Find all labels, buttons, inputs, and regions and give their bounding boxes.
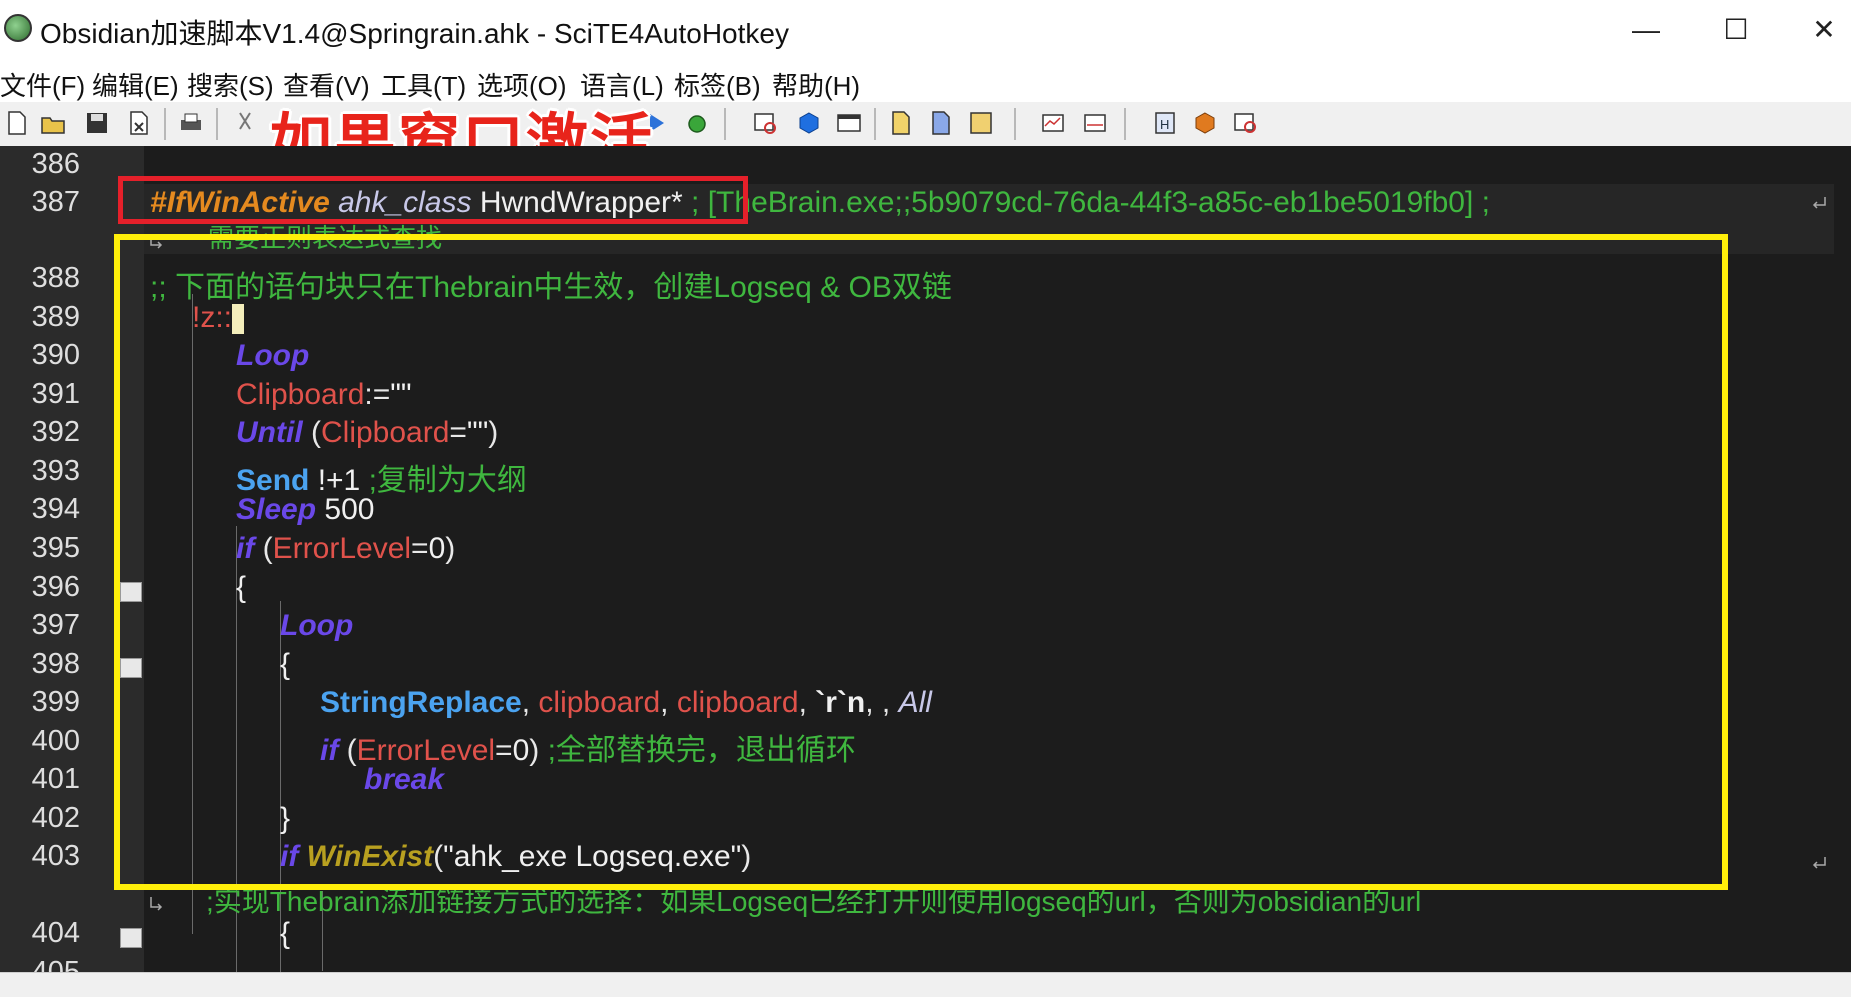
- toolbar-separator: [164, 108, 166, 140]
- print-icon[interactable]: [178, 110, 204, 136]
- wrap-return-icon: [1812, 857, 1826, 869]
- menu-help[interactable]: 帮助(H): [772, 66, 860, 103]
- code-editor[interactable]: 386 387 388 389 390 391 392 393 394 395 …: [0, 146, 1851, 972]
- line-number: 391: [31, 378, 80, 410]
- line-number: 392: [31, 416, 80, 448]
- abacus-icon[interactable]: [968, 110, 994, 136]
- comment-token: ; [TheBrain.exe;;5b9079cd-76da-44f3-a85c…: [682, 186, 1490, 219]
- line-number: 389: [31, 301, 80, 333]
- package-icon[interactable]: [1192, 110, 1218, 136]
- help-file-icon[interactable]: H: [1152, 110, 1178, 136]
- minimize-button[interactable]: —: [1616, 8, 1676, 52]
- toolbar-separator: [216, 108, 218, 140]
- highlight-box-red: [118, 176, 748, 224]
- line-number: 390: [31, 339, 80, 371]
- line-number: 395: [31, 532, 80, 564]
- doc-icon[interactable]: [928, 110, 954, 136]
- status-bar: [0, 972, 1851, 997]
- close-button[interactable]: ✕: [1794, 8, 1851, 52]
- chart-icon[interactable]: [1040, 110, 1066, 136]
- menu-file[interactable]: 文件(F): [0, 66, 85, 103]
- toolbar-separator: [1124, 108, 1126, 140]
- close-file-icon[interactable]: [126, 110, 152, 136]
- line-number: 403: [31, 840, 80, 872]
- window-spy-icon[interactable]: [752, 110, 778, 136]
- code-line-404[interactable]: {: [280, 917, 290, 951]
- wrap-indicator-icon: [150, 897, 163, 911]
- menu-search[interactable]: 搜索(S): [187, 66, 274, 103]
- menu-tags[interactable]: 标签(B): [674, 66, 761, 103]
- vertical-scrollbar[interactable]: [1834, 146, 1851, 972]
- line-number: 400: [31, 725, 80, 757]
- script-icon[interactable]: [888, 110, 914, 136]
- maximize-button[interactable]: ☐: [1706, 8, 1766, 52]
- line-number: 405: [31, 956, 80, 972]
- brace-token: {: [280, 917, 291, 950]
- graph-icon[interactable]: [1082, 110, 1108, 136]
- line-number: 402: [31, 802, 80, 834]
- new-file-icon[interactable]: [4, 110, 30, 136]
- line-number: 394: [31, 493, 80, 525]
- line-number: 387: [31, 186, 80, 218]
- line-number: 401: [31, 763, 80, 795]
- fold-marker[interactable]: [120, 928, 142, 948]
- line-number: 386: [31, 148, 80, 180]
- window-title: Obsidian加速脚本V1.4@Springrain.ahk - SciTE4…: [40, 18, 789, 49]
- svg-text:H: H: [1160, 117, 1169, 132]
- line-number: 388: [31, 262, 80, 294]
- highlight-box-yellow: [114, 234, 1728, 890]
- toolbar-separator: [724, 108, 726, 140]
- comment-token: ;实现Thebrain添加链接方式的选择：如果Logseq已经打开则使用logs…: [206, 886, 1422, 917]
- wrap-return-icon: [1812, 197, 1826, 209]
- line-number: 397: [31, 609, 80, 641]
- open-folder-icon[interactable]: [40, 110, 66, 136]
- title-bar: Obsidian加速脚本V1.4@Springrain.ahk - SciTE4…: [0, 0, 1851, 60]
- line-number: 398: [31, 648, 80, 680]
- menu-edit[interactable]: 编辑(E): [92, 66, 179, 103]
- debug-icon[interactable]: [684, 110, 710, 136]
- cut-icon[interactable]: [232, 110, 258, 136]
- line-number: 399: [31, 686, 80, 718]
- toolbar-separator: [874, 108, 876, 140]
- toolbar-separator: [1014, 108, 1016, 140]
- line-number: 393: [31, 455, 80, 487]
- line-number: 404: [31, 917, 80, 949]
- line-number: 396: [31, 571, 80, 603]
- app-icon[interactable]: [4, 14, 32, 42]
- search-window-icon[interactable]: [1232, 110, 1258, 136]
- save-icon[interactable]: [84, 110, 110, 136]
- dialog-icon[interactable]: [836, 110, 862, 136]
- cube-icon[interactable]: [796, 110, 822, 136]
